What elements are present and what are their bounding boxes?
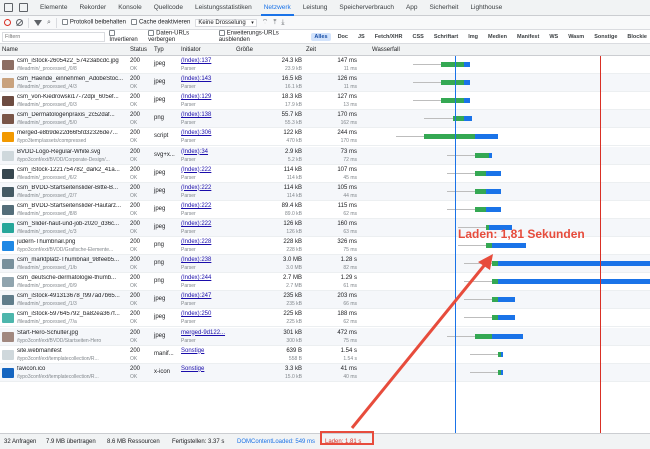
annotation-arrow bbox=[350, 254, 493, 429]
finish-time: Fertigstellen: 3.37 s bbox=[172, 439, 225, 445]
resource-size: 8.6 MB Ressourcen bbox=[107, 439, 160, 445]
request-count: 32 Anfragen bbox=[4, 439, 37, 445]
dom-content-loaded-time: DOMContentLoaded: 549 ms bbox=[237, 439, 316, 445]
load-time-highlight-box bbox=[320, 431, 374, 445]
transferred-size: 7.9 MB übertragen bbox=[46, 439, 96, 445]
